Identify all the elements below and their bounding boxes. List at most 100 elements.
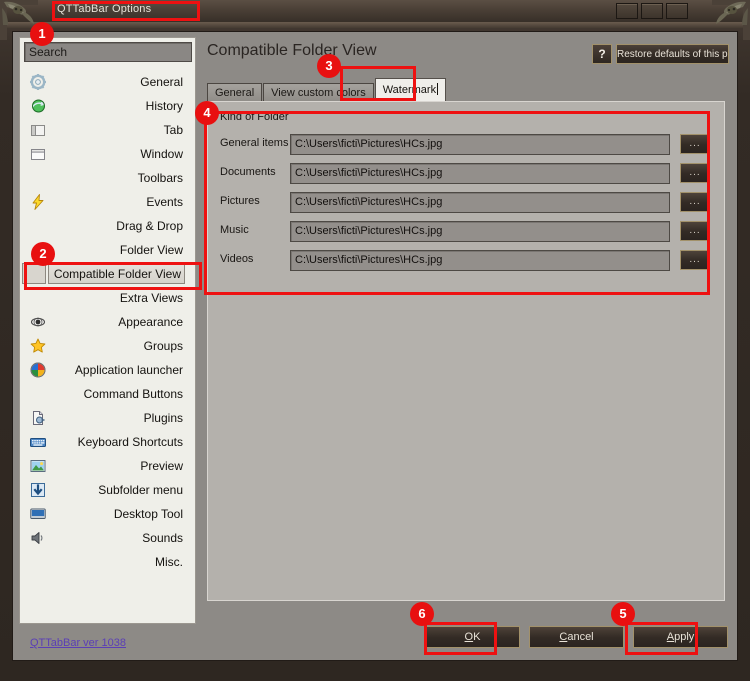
cancel-button[interactable]: Cancel xyxy=(529,626,624,648)
tab-strip: General View custom colors Watermark xyxy=(207,78,447,102)
sidebar-item-desktop-tool[interactable]: Desktop Tool xyxy=(20,502,195,526)
screenshot-root: QTTabBar Options Search General History … xyxy=(0,0,750,681)
sidebar-item-subfolder-menu[interactable]: Subfolder menu xyxy=(20,478,195,502)
watermark-row-label: Videos xyxy=(220,253,254,265)
restore-defaults-button[interactable]: Restore defaults of this page xyxy=(616,44,729,64)
watermark-path-input[interactable]: C:\Users\ficti\Pictures\HCs.jpg xyxy=(290,221,670,242)
sidebar-item-label: Appearance xyxy=(118,315,183,329)
tab-content-panel: Kind of Folder General items C:\Users\fic… xyxy=(207,101,725,601)
watermark-row: Pictures C:\Users\ficti\Pictures\HCs.jpg.… xyxy=(214,192,717,214)
apply-button-rest: pply xyxy=(674,631,695,643)
lightning-icon xyxy=(30,194,46,210)
sidebar-item-label: Window xyxy=(140,147,183,161)
history-globe-icon xyxy=(30,98,46,114)
watermark-row: Music C:\Users\ficti\Pictures\HCs.jpg... xyxy=(214,221,717,243)
browse-button[interactable]: ... xyxy=(680,221,710,241)
sidebar-item-tab[interactable]: Tab xyxy=(20,118,195,142)
sidebar-item-label: Drag & Drop xyxy=(116,219,183,233)
plugin-page-icon xyxy=(30,410,46,426)
sidebar-item-folder-view[interactable]: Folder View xyxy=(20,238,195,262)
sidebar-item-keyboard-shortcuts[interactable]: Keyboard Shortcuts xyxy=(20,430,195,454)
browse-button[interactable]: ... xyxy=(680,250,710,270)
tab-label: General xyxy=(215,87,255,99)
tab-label: View custom colors xyxy=(271,87,366,99)
apply-button-accel: A xyxy=(666,631,675,643)
groupbox-title: Kind of Folder xyxy=(220,111,289,123)
sidebar-item-command-buttons[interactable]: Command Buttons xyxy=(20,382,195,406)
sidebar-item-label: Compatible Folder View xyxy=(53,267,181,281)
window-frame: QTTabBar Options Search General History … xyxy=(0,0,750,681)
watermark-row-label: Music xyxy=(220,224,249,236)
watermark-path-input[interactable]: C:\Users\ficti\Pictures\HCs.jpg xyxy=(290,192,670,213)
sidebar-item-label: Tab xyxy=(163,123,183,137)
watermark-path-input[interactable]: C:\Users\ficti\Pictures\HCs.jpg xyxy=(290,163,670,184)
ok-button-rest: K xyxy=(473,631,481,643)
kind-of-folder-groupbox: Kind of Folder General items C:\Users\fic… xyxy=(214,111,717,285)
sidebar-item-label: Toolbars xyxy=(137,171,183,185)
search-input[interactable]: Search xyxy=(24,42,192,62)
watermark-row: Documents C:\Users\ficti\Pictures\HCs.jpg… xyxy=(214,163,717,185)
sidebar-item-label: Command Buttons xyxy=(83,387,183,401)
sidebar-item-misc[interactable]: Misc. xyxy=(20,550,195,574)
sidebar-item-application-launcher[interactable]: Application launcher xyxy=(20,358,195,382)
sidebar-item-sounds[interactable]: Sounds xyxy=(20,526,195,550)
watermark-row: Videos C:\Users\ficti\Pictures\HCs.jpg... xyxy=(214,250,717,272)
window-title: QTTabBar Options xyxy=(57,3,152,15)
apply-button[interactable]: Apply xyxy=(633,626,728,648)
minimize-button[interactable] xyxy=(616,3,638,19)
ok-button[interactable]: OK xyxy=(425,626,520,648)
tab-view-custom-colors[interactable]: View custom colors xyxy=(263,83,374,102)
sidebar-item-preview[interactable]: Preview xyxy=(20,454,195,478)
browse-button[interactable]: ... xyxy=(680,134,710,154)
tab-watermark[interactable]: Watermark xyxy=(374,78,447,102)
page-title: Compatible Folder View xyxy=(207,42,377,59)
dialog-button-bar: OK Cancel Apply xyxy=(13,626,739,652)
help-button[interactable]: ? xyxy=(592,44,612,64)
windows-orb-icon xyxy=(30,362,46,378)
ok-button-accel: O xyxy=(464,631,474,643)
watermark-row-label: Pictures xyxy=(220,195,260,207)
watermark-row: General items C:\Users\ficti\Pictures\HCs… xyxy=(214,134,717,156)
sidebar-item-label: Folder View xyxy=(119,243,183,257)
sidebar-item-appearance[interactable]: Appearance xyxy=(20,310,195,334)
sidebar-item-plugins[interactable]: Plugins xyxy=(20,406,195,430)
tab-general[interactable]: General xyxy=(207,83,263,102)
sidebar-item-window[interactable]: Window xyxy=(20,142,195,166)
sidebar-item-history[interactable]: History xyxy=(20,94,195,118)
watermark-path-input[interactable]: C:\Users\ficti\Pictures\HCs.jpg xyxy=(290,134,670,155)
sidebar-item-label: Desktop Tool xyxy=(113,507,183,521)
sidebar-item-drag-drop[interactable]: Drag & Drop xyxy=(20,214,195,238)
sidebar-item-toolbars[interactable]: Toolbars xyxy=(20,166,195,190)
tab-label: Watermark xyxy=(382,84,437,96)
sidebar-item-compatible-folder-view[interactable]: Compatible Folder View xyxy=(20,262,195,286)
sidebar-item-label: Plugins xyxy=(143,411,183,425)
window-controls xyxy=(616,3,688,19)
browse-button[interactable]: ... xyxy=(680,192,710,212)
sidebar-item-label: Misc. xyxy=(155,555,183,569)
browse-button[interactable]: ... xyxy=(680,163,710,183)
text-caret xyxy=(437,83,439,95)
main-panel: Compatible Folder View ? Restore default… xyxy=(201,37,731,624)
desktop-monitor-icon xyxy=(30,506,46,522)
sidebar-item-label: Groups xyxy=(143,339,183,353)
watermark-row-label: Documents xyxy=(220,166,276,178)
options-sidebar: Search General History Tab Window Toolbar… xyxy=(19,37,196,624)
down-arrow-icon xyxy=(30,482,46,498)
close-button[interactable] xyxy=(666,3,688,19)
speaker-icon xyxy=(30,530,46,546)
sidebar-item-general[interactable]: General xyxy=(20,70,195,94)
star-icon xyxy=(30,338,46,354)
sidebar-item-label: Preview xyxy=(140,459,183,473)
watermark-path-input[interactable]: C:\Users\ficti\Pictures\HCs.jpg xyxy=(290,250,670,271)
maximize-button[interactable] xyxy=(641,3,663,19)
tab-icon xyxy=(30,122,46,138)
sidebar-item-extra-views[interactable]: Extra Views xyxy=(20,286,195,310)
eye-icon xyxy=(30,314,46,330)
sidebar-item-label: Subfolder menu xyxy=(98,483,183,497)
title-bar-shine xyxy=(0,22,750,28)
sidebar-item-label: Extra Views xyxy=(119,291,183,305)
sidebar-item-events[interactable]: Events xyxy=(20,190,195,214)
sidebar-item-groups[interactable]: Groups xyxy=(20,334,195,358)
sidebar-item-label: Events xyxy=(146,195,183,209)
sidebar-item-label: Keyboard Shortcuts xyxy=(77,435,183,449)
